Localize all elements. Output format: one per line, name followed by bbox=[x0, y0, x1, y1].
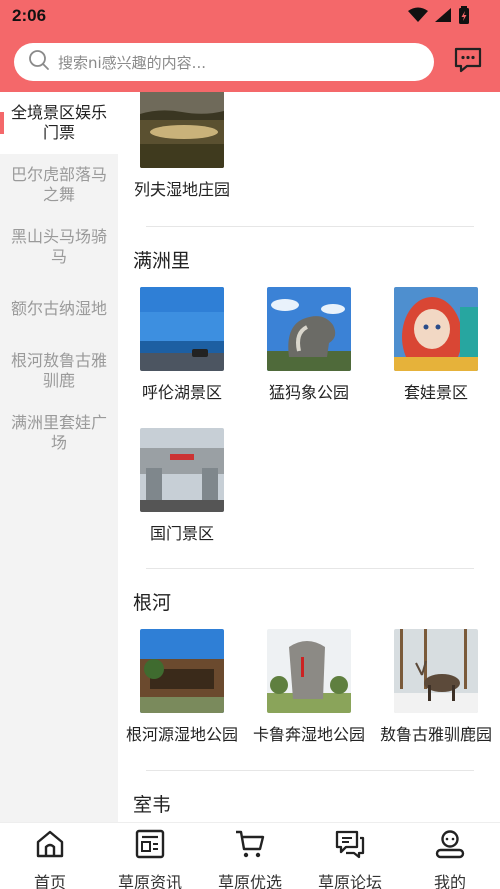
scenic-label: 根河源湿地公园 bbox=[125, 725, 238, 744]
nav-home[interactable]: 首页 bbox=[0, 823, 100, 889]
sidebar-item-matryoshka-square[interactable]: 满洲里套娃广场 bbox=[0, 402, 118, 464]
stone-photo bbox=[267, 629, 351, 713]
sidebar-item-horse-dance[interactable]: 巴尔虎部落马之舞 bbox=[0, 154, 118, 216]
sidebar-item-ergun-wetland[interactable]: 额尔古纳湿地 bbox=[0, 278, 118, 340]
header: 2:06 搜索ni感兴趣的内容... bbox=[0, 0, 500, 92]
scenic-card[interactable]: 套娃景区 bbox=[372, 287, 500, 403]
status-time: 2:06 bbox=[12, 6, 47, 25]
nav-home-label: 首页 bbox=[33, 873, 66, 889]
scenic-card[interactable]: 卡鲁奔湿地公园 bbox=[245, 629, 373, 745]
chat-icon bbox=[453, 46, 483, 78]
scenic-card[interactable]: 列夫湿地庄园 bbox=[118, 92, 246, 200]
signal-icon bbox=[434, 7, 452, 23]
scenic-card[interactable]: 敖鲁古雅驯鹿园 bbox=[372, 629, 500, 745]
section-title-genhe: 根河 bbox=[133, 592, 172, 614]
section-divider bbox=[146, 568, 474, 569]
matryoshka-photo bbox=[394, 287, 478, 371]
section-divider bbox=[146, 770, 474, 771]
gate-photo bbox=[140, 428, 224, 512]
grassland-photo bbox=[140, 92, 224, 168]
sidebar-item-all-scenic[interactable]: 全境景区娱乐门票 bbox=[0, 92, 118, 154]
search-input[interactable]: 搜索ni感兴趣的内容... bbox=[14, 43, 434, 81]
news-icon bbox=[134, 829, 166, 863]
search-placeholder: 搜索ni感兴趣的内容... bbox=[58, 53, 206, 72]
scenic-label: 猛犸象公园 bbox=[268, 383, 349, 402]
content-panel: 列夫湿地庄园 满洲里 呼伦湖景区 猛犸象公园 套娃景区 国门景区 根河 根河源湿… bbox=[118, 92, 500, 822]
status-icons bbox=[408, 6, 470, 24]
mammoth-photo bbox=[267, 287, 351, 371]
category-sidebar: 全境景区娱乐门票 巴尔虎部落马之舞 黑山头马场骑马 额尔古纳湿地 根河敖鲁古雅驯… bbox=[0, 92, 118, 822]
nav-profile[interactable]: 我的 bbox=[400, 823, 500, 889]
bottom-nav: 首页 草原资讯 草原优选 草原论坛 我的 bbox=[0, 822, 500, 889]
message-button[interactable] bbox=[452, 46, 484, 78]
scenic-card[interactable]: 猛犸象公园 bbox=[245, 287, 373, 403]
scenic-label: 呼伦湖景区 bbox=[141, 383, 222, 402]
lake-photo bbox=[140, 287, 224, 371]
scenic-label: 卡鲁奔湿地公园 bbox=[252, 725, 365, 744]
nav-news[interactable]: 草原资讯 bbox=[100, 823, 200, 889]
scenic-card[interactable]: 呼伦湖景区 bbox=[118, 287, 246, 403]
reindeer-photo bbox=[394, 629, 478, 713]
nav-shop-label: 草原优选 bbox=[217, 873, 282, 889]
search-icon bbox=[28, 49, 50, 75]
forum-icon bbox=[334, 829, 366, 863]
section-title-manzhouli: 满洲里 bbox=[133, 250, 191, 272]
nav-shop[interactable]: 草原优选 bbox=[200, 823, 300, 889]
profile-icon bbox=[434, 829, 466, 863]
sidebar-item-reindeer[interactable]: 根河敖鲁古雅驯鹿 bbox=[0, 340, 118, 402]
nav-forum-label: 草原论坛 bbox=[317, 873, 382, 889]
scenic-label: 国门景区 bbox=[149, 524, 214, 543]
cart-icon bbox=[234, 829, 266, 863]
nav-forum[interactable]: 草原论坛 bbox=[300, 823, 400, 889]
scenic-label: 敖鲁古雅驯鹿园 bbox=[379, 725, 492, 744]
section-divider bbox=[146, 226, 474, 227]
scenic-card[interactable]: 根河源湿地公园 bbox=[118, 629, 246, 745]
home-icon bbox=[34, 829, 66, 863]
nav-profile-label: 我的 bbox=[433, 873, 466, 889]
scenic-label: 列夫湿地庄园 bbox=[133, 180, 230, 199]
nav-news-label: 草原资讯 bbox=[117, 873, 182, 889]
scenic-label: 套娃景区 bbox=[403, 383, 468, 402]
section-title-shiwei: 室韦 bbox=[133, 794, 172, 816]
sidebar-item-horse-riding[interactable]: 黑山头马场骑马 bbox=[0, 216, 118, 278]
wifi-icon bbox=[408, 7, 428, 23]
scenic-card[interactable]: 国门景区 bbox=[118, 428, 246, 544]
battery-icon bbox=[458, 6, 470, 24]
building-photo bbox=[140, 629, 224, 713]
